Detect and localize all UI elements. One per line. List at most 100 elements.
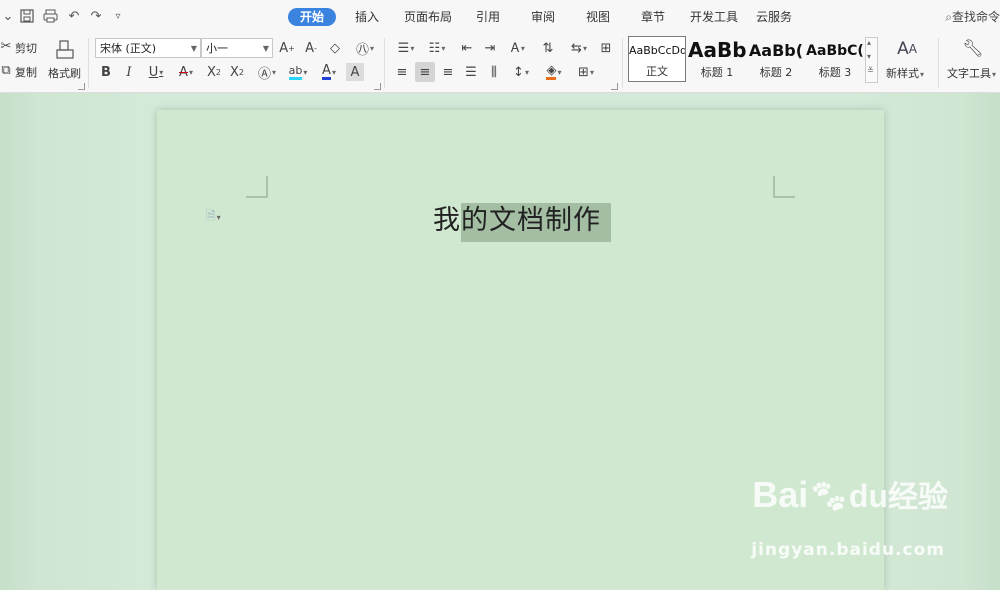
logo-text: Bai bbox=[752, 474, 809, 515]
command-search[interactable]: ⌕查找命令 bbox=[945, 8, 1000, 26]
chevron-down-icon: ▼ bbox=[262, 44, 269, 53]
align-center-icon[interactable]: ≡ bbox=[415, 62, 435, 82]
style-heading-2[interactable]: AaBb( 标题 2 bbox=[747, 36, 805, 82]
tab-cloud-services[interactable]: 云服务 bbox=[756, 8, 792, 26]
shading-icon[interactable]: ◈ ▾ bbox=[541, 63, 567, 81]
expand-gallery-icon[interactable]: ≚ bbox=[867, 66, 874, 75]
search-label: 查找命令 bbox=[951, 10, 1000, 24]
chevron-down-icon: ▼ bbox=[190, 44, 197, 53]
phonetic-guide-icon[interactable]: ㊇ ▾ bbox=[352, 39, 378, 58]
subscript-icon[interactable]: X2 bbox=[228, 63, 246, 81]
style-label: 标题 2 bbox=[759, 66, 793, 79]
tab-insert[interactable]: 插入 bbox=[355, 8, 379, 26]
customize-icon[interactable]: ▿ bbox=[110, 8, 126, 24]
borders-icon[interactable]: ⊞ ▾ bbox=[573, 63, 599, 81]
decrease-font-icon[interactable]: A- bbox=[302, 39, 320, 57]
font-size-select[interactable]: 小一 ▼ bbox=[201, 38, 273, 58]
font-group-expander[interactable] bbox=[374, 83, 381, 90]
numbered-list-icon[interactable]: ☷ ▾ bbox=[424, 39, 450, 57]
character-shading-icon[interactable]: A bbox=[346, 63, 364, 81]
margin-corner-top-right bbox=[773, 176, 795, 198]
tab-developer-tools[interactable]: 开发工具 bbox=[690, 8, 738, 26]
clipboard-group-expander[interactable] bbox=[78, 83, 85, 90]
new-style-label: 新样式 bbox=[886, 67, 919, 80]
ribbon-toolbar: ✂ 剪切 ⧉ 复制 格式刷 宋体 (正文) ▼ 小一 ▼ A + A- ◇ ㊇ ▾ … bbox=[0, 34, 1000, 93]
cut-button[interactable]: 剪切 bbox=[15, 40, 37, 56]
align-left-icon[interactable]: ≡ bbox=[393, 63, 411, 81]
wrench-icon[interactable]: 🔧︎ bbox=[962, 38, 984, 60]
selected-text: 的文档制作 bbox=[461, 203, 611, 242]
bold-icon[interactable]: B bbox=[97, 63, 115, 81]
decrease-indent-icon[interactable]: ⇤ bbox=[458, 39, 476, 57]
margin-corner-top-left bbox=[246, 176, 268, 198]
strikethrough-icon[interactable]: A ▾ bbox=[173, 63, 199, 81]
eraser-icon[interactable]: ◇ bbox=[326, 39, 344, 57]
search-icon: ⌕ bbox=[945, 10, 952, 24]
separator bbox=[384, 38, 385, 88]
tab-home[interactable]: 开始 bbox=[288, 8, 337, 26]
sort-icon[interactable]: ⇅ bbox=[539, 39, 557, 57]
tab-review[interactable]: 审阅 bbox=[531, 8, 555, 26]
separator bbox=[88, 38, 89, 88]
copy-button[interactable]: 复制 bbox=[15, 64, 37, 80]
separator bbox=[938, 38, 939, 88]
chevron-up-icon[interactable]: ▴ bbox=[867, 38, 871, 47]
chinese-layout-icon[interactable]: Ꭺ ▾ bbox=[505, 39, 531, 57]
styles-scroll[interactable]: ▴ ▾ ≚ bbox=[865, 37, 878, 83]
scissors-icon[interactable]: ✂ bbox=[0, 37, 15, 55]
undo-icon[interactable]: ↶ bbox=[66, 8, 82, 24]
font-size-value: 小一 bbox=[206, 42, 228, 55]
style-sample: AaBbC( bbox=[806, 43, 864, 59]
paragraph-group-expander[interactable] bbox=[611, 83, 618, 90]
print-icon[interactable] bbox=[42, 8, 58, 24]
bullet-list-icon[interactable]: ☰ ▾ bbox=[393, 39, 419, 57]
font-family-select[interactable]: 宋体 (正文) ▼ bbox=[95, 38, 201, 58]
style-heading-3[interactable]: AaBbC( 标题 3 bbox=[806, 36, 864, 82]
style-heading-1[interactable]: AaBb 标题 1 bbox=[688, 36, 746, 82]
menu-bar: ⌄ ↶ ↷ ▿ 开始 插入 页面布局 引用 审阅 视图 章节 开发工具 云服务 … bbox=[0, 0, 1000, 34]
justify-icon[interactable]: ☰ bbox=[462, 63, 480, 81]
line-spacing-icon[interactable]: ↕ ▾ bbox=[508, 63, 534, 81]
style-normal[interactable]: AaBbCcDd 正文 bbox=[628, 36, 686, 82]
format-painter-button[interactable]: 格式刷 bbox=[48, 65, 81, 81]
style-label: 标题 3 bbox=[818, 66, 852, 79]
chevron-down-icon[interactable]: ⌄ bbox=[0, 8, 16, 24]
style-label: 标题 1 bbox=[700, 66, 734, 79]
save-icon[interactable] bbox=[19, 8, 35, 24]
underline-icon[interactable]: U ▾ bbox=[143, 63, 169, 81]
show-hide-marks-icon[interactable]: ⇆ ▾ bbox=[566, 39, 592, 57]
tab-view[interactable]: 视图 bbox=[586, 8, 610, 26]
title-text: 我 bbox=[433, 205, 461, 236]
new-style-button[interactable]: 新样式▾ bbox=[886, 65, 924, 81]
separator bbox=[622, 38, 623, 88]
style-sample: AaBb bbox=[688, 38, 746, 62]
paragraph-layout-icon[interactable]: 🗎︎▾ bbox=[206, 207, 221, 228]
document-page[interactable]: 🗎︎▾ 我的文档制作 bbox=[157, 110, 884, 590]
text-tools-button[interactable]: 文字工具▾ bbox=[947, 65, 996, 81]
align-right-icon[interactable]: ≡ bbox=[439, 63, 457, 81]
new-style-icon[interactable]: AA bbox=[895, 38, 919, 60]
table-grid-icon[interactable]: ⊞ bbox=[597, 39, 615, 57]
superscript-icon[interactable]: X2 bbox=[205, 63, 223, 81]
increase-indent-icon[interactable]: ⇥ bbox=[481, 39, 499, 57]
italic-icon[interactable]: I bbox=[120, 63, 138, 81]
paw-icon: 🐾︎ bbox=[808, 478, 849, 514]
distributed-align-icon[interactable]: ⫼ bbox=[485, 63, 503, 81]
text-tools-label: 文字工具 bbox=[947, 67, 991, 80]
font-color-icon[interactable]: A ▾ bbox=[316, 63, 342, 81]
text-effect-icon[interactable]: Ⓐ ▾ bbox=[254, 63, 280, 82]
redo-icon[interactable]: ↷ bbox=[88, 8, 104, 24]
copy-icon[interactable]: ⧉ bbox=[0, 61, 15, 79]
logo-tail: 经验 bbox=[888, 481, 948, 514]
document-title[interactable]: 我的文档制作 bbox=[433, 198, 611, 242]
style-sample: AaBb( bbox=[748, 41, 804, 60]
tab-page-layout[interactable]: 页面布局 bbox=[404, 8, 452, 26]
tab-section[interactable]: 章节 bbox=[641, 8, 665, 26]
format-painter-icon[interactable] bbox=[54, 39, 76, 61]
highlight-icon[interactable]: ab ▾ bbox=[285, 63, 311, 81]
increase-font-icon[interactable]: A + bbox=[278, 39, 296, 57]
font-family-value: 宋体 (正文) bbox=[100, 42, 157, 55]
baidu-logo: Bai🐾︎du经验 bbox=[752, 474, 948, 515]
chevron-down-icon[interactable]: ▾ bbox=[867, 52, 871, 61]
tab-references[interactable]: 引用 bbox=[476, 8, 500, 26]
